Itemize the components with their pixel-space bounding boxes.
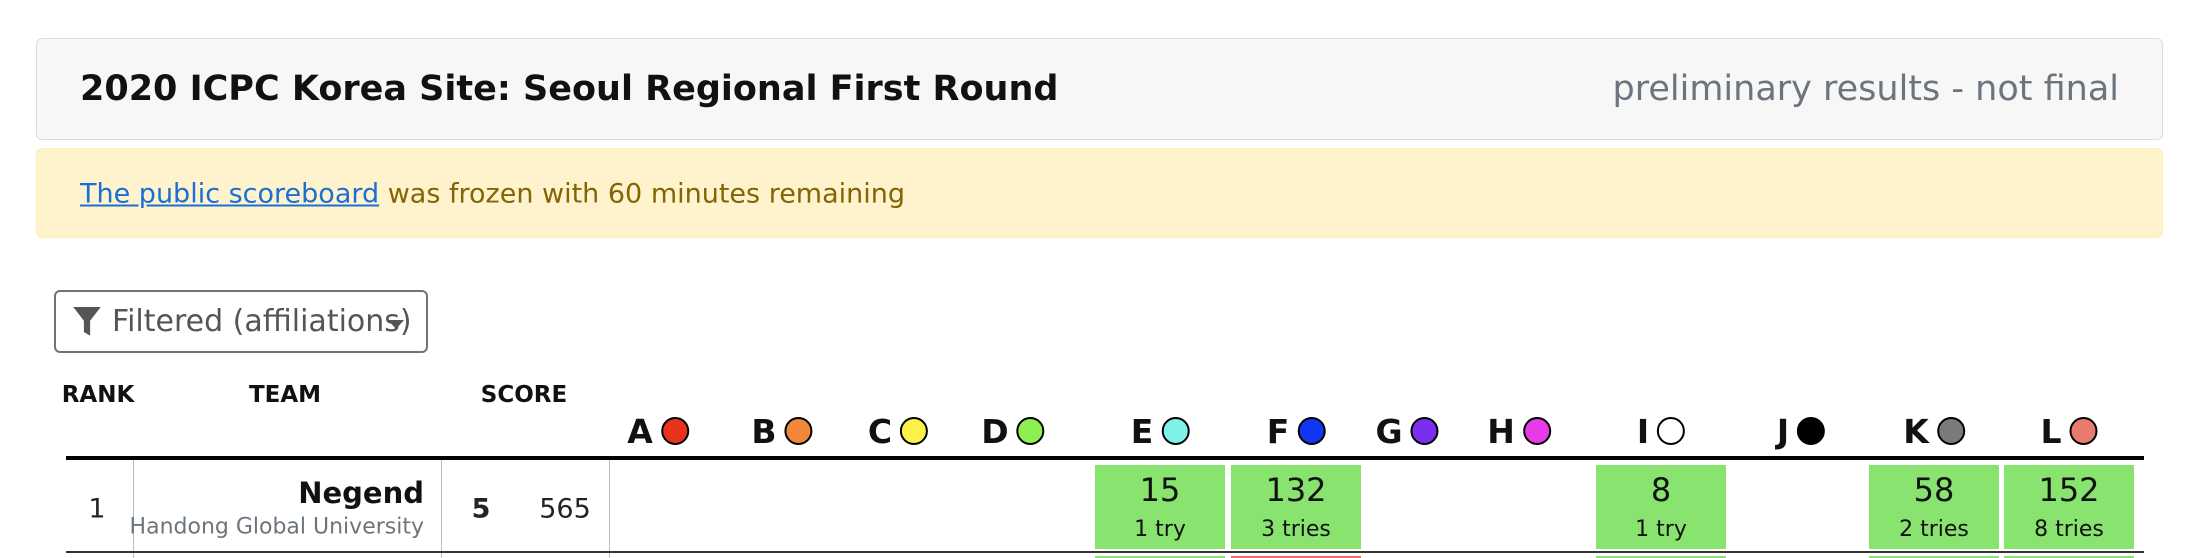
problem-header-g[interactable]: G: [1375, 411, 1439, 451]
results-status: preliminary results - not final: [1612, 69, 2119, 109]
problem-letter: F: [1266, 411, 1290, 451]
problem-letter: L: [2040, 411, 2062, 451]
column-divider: [609, 460, 610, 558]
scoreboard-header: 2020 ICPC Korea Site: Seoul Regional Fir…: [36, 38, 2163, 140]
problem-letter: E: [1130, 411, 1154, 451]
balloon-icon: [1936, 417, 1965, 445]
problem-header-l[interactable]: L: [2040, 411, 2098, 451]
problem-letter: I: [1636, 411, 1650, 451]
solve-time: 58: [1913, 471, 1955, 509]
problem-header-d[interactable]: D: [981, 411, 1045, 451]
result-cell-e[interactable]: 15 1 try: [1095, 465, 1225, 549]
balloon-icon: [1161, 417, 1190, 445]
problems-solved: 5: [471, 493, 491, 525]
problem-header-h[interactable]: H: [1487, 411, 1551, 451]
balloon-icon: [900, 417, 929, 445]
header-divider: [66, 456, 2144, 460]
rank-column-header[interactable]: RANK: [62, 382, 135, 408]
problem-header-e[interactable]: E: [1130, 411, 1190, 451]
team-name[interactable]: Negend: [298, 476, 424, 510]
problem-header-k[interactable]: K: [1903, 411, 1965, 451]
balloon-icon: [2069, 417, 2098, 445]
score-column-header[interactable]: SCORE: [481, 382, 567, 408]
team-rank: 1: [88, 493, 106, 525]
contest-title: 2020 ICPC Korea Site: Seoul Regional Fir…: [80, 69, 1059, 109]
problem-letter: H: [1487, 411, 1515, 451]
problem-header-i[interactable]: I: [1636, 411, 1686, 451]
problem-letter: K: [1903, 411, 1929, 451]
balloon-icon: [1657, 417, 1686, 445]
frozen-message: was frozen with 60 minutes remaining: [379, 178, 906, 210]
balloon-icon: [660, 417, 689, 445]
problem-letter: G: [1375, 411, 1403, 451]
problem-letter: B: [751, 411, 777, 451]
problem-header-j[interactable]: J: [1776, 411, 1826, 451]
row-divider: [66, 551, 2144, 553]
try-count: 1 try: [1134, 517, 1186, 542]
try-count: 1 try: [1635, 517, 1687, 542]
result-cell-l[interactable]: 152 8 tries: [2004, 465, 2134, 549]
column-divider: [441, 460, 442, 558]
balloon-icon: [784, 417, 813, 445]
result-cell-i[interactable]: 8 1 try: [1596, 465, 1726, 549]
solve-time: 152: [2038, 471, 2100, 509]
problem-letter: A: [627, 411, 653, 451]
problem-header-b[interactable]: B: [751, 411, 813, 451]
solve-time: 15: [1139, 471, 1181, 509]
penalty-time: 565: [539, 493, 591, 525]
try-count: 8 tries: [2034, 517, 2104, 542]
try-count: 2 tries: [1899, 517, 1969, 542]
solve-time: 132: [1265, 471, 1327, 509]
balloon-icon: [1297, 417, 1326, 445]
problem-header-a[interactable]: A: [627, 411, 689, 451]
filter-icon: [73, 306, 101, 336]
balloon-icon: [1522, 417, 1551, 445]
problem-letter: J: [1776, 411, 1790, 451]
filter-label: Filtered (affiliations): [112, 304, 412, 339]
problem-header-f[interactable]: F: [1266, 411, 1326, 451]
result-cell-f[interactable]: 132 3 tries: [1231, 465, 1361, 549]
problem-letter: D: [981, 411, 1009, 451]
balloon-icon: [1797, 417, 1826, 445]
frozen-alert: The public scoreboard was frozen with 60…: [36, 148, 2163, 238]
public-scoreboard-link[interactable]: The public scoreboard: [80, 179, 379, 210]
problem-header-c[interactable]: C: [867, 411, 929, 451]
solve-time: 8: [1650, 471, 1672, 509]
team-affiliation: Handong Global University: [129, 514, 424, 540]
result-cell-k[interactable]: 58 2 tries: [1869, 465, 1999, 549]
column-divider: [133, 460, 134, 558]
try-count: 3 tries: [1261, 517, 1331, 542]
balloon-icon: [1016, 417, 1045, 445]
team-column-header[interactable]: TEAM: [249, 382, 321, 408]
chevron-down-icon: [388, 320, 404, 329]
problem-letter: C: [867, 411, 893, 451]
balloon-icon: [1410, 417, 1439, 445]
affiliation-filter-button[interactable]: Filtered (affiliations): [54, 290, 428, 353]
